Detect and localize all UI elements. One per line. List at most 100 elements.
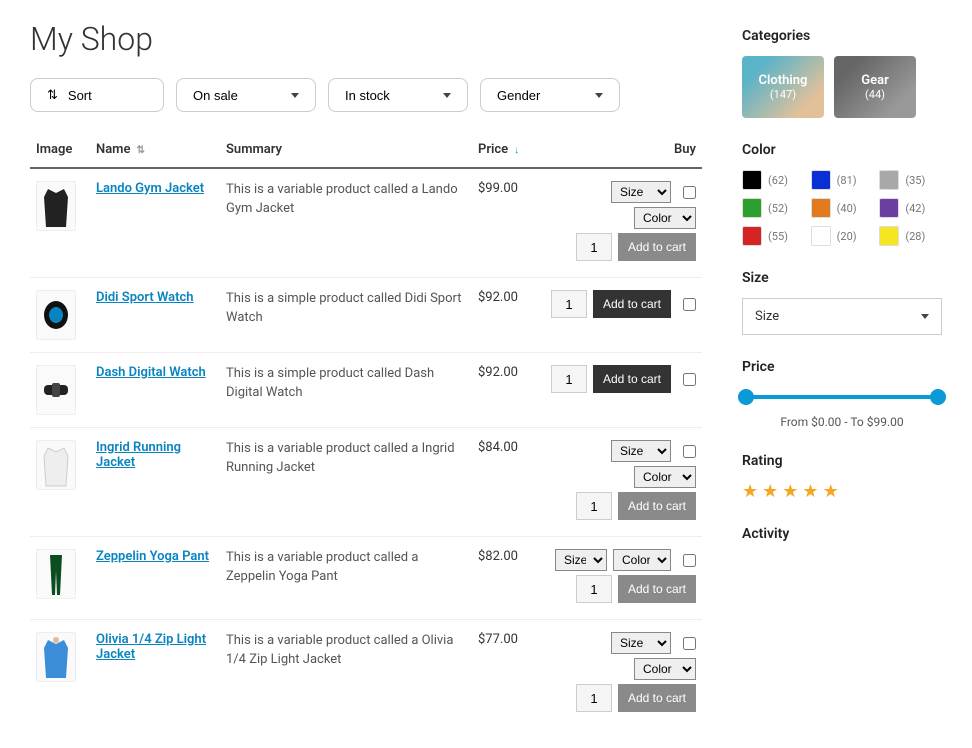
table-row: Zeppelin Yoga Pant This is a variable pr… (30, 537, 702, 620)
quantity-input[interactable] (551, 365, 587, 393)
filter-bar: ⇅ Sort On sale In stock Gender (30, 78, 702, 112)
category-clothing[interactable]: Clothing (147) (742, 56, 824, 118)
product-thumbnail[interactable] (36, 549, 76, 599)
select-checkbox[interactable] (683, 637, 696, 650)
star-icon[interactable]: ★ (742, 481, 758, 502)
product-thumbnail[interactable] (36, 365, 76, 415)
select-checkbox[interactable] (683, 554, 696, 567)
quantity-input[interactable] (576, 233, 612, 261)
slider-thumb-max[interactable] (930, 389, 946, 405)
th-summary: Summary (220, 132, 472, 168)
color-swatch (879, 226, 899, 246)
quantity-input[interactable] (576, 575, 612, 603)
color-swatch-item[interactable]: (20) (811, 226, 874, 246)
size-select[interactable]: Size (611, 632, 671, 654)
add-to-cart-button[interactable]: Add to cart (618, 492, 696, 520)
color-select[interactable]: Color (634, 658, 696, 680)
color-swatch-item[interactable]: (28) (879, 226, 942, 246)
category-count: (44) (865, 88, 885, 101)
th-name[interactable]: Name (90, 132, 220, 168)
add-to-cart-button[interactable]: Add to cart (618, 684, 696, 712)
add-to-cart-button[interactable]: Add to cart (593, 290, 671, 318)
product-price: $99.00 (478, 181, 518, 196)
slider-thumb-min[interactable] (738, 389, 754, 405)
product-name-link[interactable]: Dash Digital Watch (96, 365, 206, 380)
star-icon[interactable]: ★ (802, 481, 818, 502)
product-price: $84.00 (478, 440, 518, 455)
size-select[interactable]: Size (611, 181, 671, 203)
size-select[interactable]: Size (555, 549, 607, 571)
category-name: Clothing (759, 73, 808, 88)
color-swatch-item[interactable]: (55) (742, 226, 805, 246)
product-thumbnail[interactable] (36, 181, 76, 231)
product-thumbnail[interactable] (36, 632, 76, 682)
category-gear[interactable]: Gear (44) (834, 56, 916, 118)
activity-heading: Activity (742, 526, 942, 542)
color-swatch-item[interactable]: (42) (879, 198, 942, 218)
color-swatch-item[interactable]: (35) (879, 170, 942, 190)
color-heading: Color (742, 142, 942, 158)
gender-label: Gender (497, 88, 540, 103)
size-dropdown[interactable]: Size (742, 298, 942, 335)
price-slider[interactable] (742, 387, 942, 407)
product-summary: This is a simple product called Dash Dig… (226, 365, 466, 403)
color-swatch (879, 170, 899, 190)
color-select[interactable]: Color (613, 549, 671, 571)
product-thumbnail[interactable] (36, 440, 76, 490)
add-to-cart-button[interactable]: Add to cart (618, 233, 696, 261)
select-checkbox[interactable] (683, 373, 696, 386)
color-swatch-item[interactable]: (81) (811, 170, 874, 190)
product-table: Image Name Summary Price Buy Lando Gym J… (30, 132, 702, 728)
price-heading: Price (742, 359, 942, 375)
chevron-down-icon (443, 93, 451, 98)
size-heading: Size (742, 270, 942, 286)
star-icon[interactable]: ★ (823, 481, 839, 502)
chevron-down-icon (595, 93, 603, 98)
product-price: $82.00 (478, 549, 518, 564)
color-count: (62) (768, 174, 788, 187)
rating-heading: Rating (742, 453, 942, 469)
th-image: Image (30, 132, 90, 168)
size-dropdown-label: Size (755, 309, 779, 324)
product-summary: This is a variable product called a Oliv… (226, 632, 466, 670)
color-count: (55) (768, 230, 788, 243)
star-icon[interactable]: ★ (782, 481, 798, 502)
color-select[interactable]: Color (634, 466, 696, 488)
add-to-cart-button[interactable]: Add to cart (593, 365, 671, 393)
product-summary: This is a variable product called a Zepp… (226, 549, 466, 587)
product-name-link[interactable]: Olivia 1/4 Zip Light Jacket (96, 632, 206, 662)
page-title: My Shop (30, 20, 702, 58)
size-select[interactable]: Size (611, 440, 671, 462)
select-checkbox[interactable] (683, 298, 696, 311)
product-summary: This is a variable product called a Land… (226, 181, 466, 219)
sort-label: Sort (68, 88, 92, 103)
product-name-link[interactable]: Ingrid Running Jacket (96, 440, 181, 470)
price-range-label: From $0.00 - To $99.00 (742, 415, 942, 429)
color-select[interactable]: Color (634, 207, 696, 229)
quantity-input[interactable] (576, 684, 612, 712)
instock-filter[interactable]: In stock (328, 78, 468, 112)
th-price[interactable]: Price (472, 132, 542, 168)
quantity-input[interactable] (551, 290, 587, 318)
color-swatch (742, 226, 762, 246)
table-row: Ingrid Running Jacket This is a variable… (30, 428, 702, 537)
gender-filter[interactable]: Gender (480, 78, 620, 112)
product-name-link[interactable]: Lando Gym Jacket (96, 181, 204, 196)
color-count: (28) (905, 230, 925, 243)
category-count: (147) (770, 88, 796, 101)
quantity-input[interactable] (576, 492, 612, 520)
color-count: (42) (905, 202, 925, 215)
product-name-link[interactable]: Zeppelin Yoga Pant (96, 549, 209, 564)
product-name-link[interactable]: Didi Sport Watch (96, 290, 194, 305)
sort-button[interactable]: ⇅ Sort (30, 78, 164, 112)
color-swatch-item[interactable]: (52) (742, 198, 805, 218)
onsale-filter[interactable]: On sale (176, 78, 316, 112)
select-checkbox[interactable] (683, 445, 696, 458)
category-list: Clothing (147) Gear (44) (742, 56, 942, 118)
color-swatch-item[interactable]: (40) (811, 198, 874, 218)
star-icon[interactable]: ★ (762, 481, 778, 502)
color-swatch-item[interactable]: (62) (742, 170, 805, 190)
add-to-cart-button[interactable]: Add to cart (618, 575, 696, 603)
select-checkbox[interactable] (683, 186, 696, 199)
product-thumbnail[interactable] (36, 290, 76, 340)
